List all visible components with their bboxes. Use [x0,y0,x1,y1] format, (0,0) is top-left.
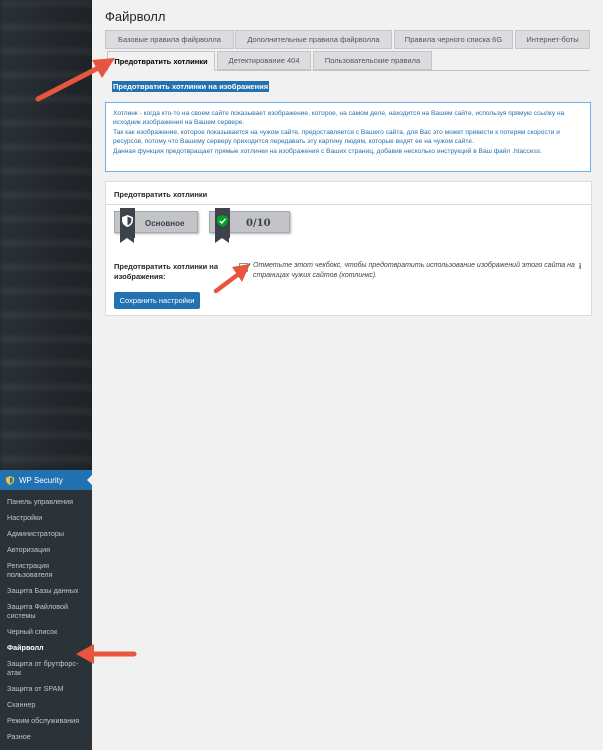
postbox-title: Предотвратить хотлинки [114,190,208,199]
tab-additional-firewall-rules[interactable]: Дополнительные правила файрволла [235,30,392,49]
sidebar-item-dashboard[interactable]: Панель управления [0,494,92,510]
prevent-hotlinks-checkbox[interactable] [239,262,251,272]
info-paragraph-3: Данная функция предотвращает прямые хотл… [113,147,542,155]
ribbon-icon [215,208,230,243]
section-title: Предотвратить хотлинки на изображения [112,81,270,92]
prevent-hotlinks-label: Предотвратить хотлинки на изображения: [114,262,218,281]
sidebar-item-misc[interactable]: Разное [0,729,92,745]
tab-basic-firewall-rules[interactable]: Базовые правила файрволла [105,30,234,49]
sidebar-item-settings[interactable]: Настройки [0,510,92,526]
shield-icon [6,475,14,485]
help-icon[interactable]: i [579,262,581,271]
save-settings-button[interactable]: Сохранить настройки [114,292,200,309]
sidebar-item-firewall[interactable]: Файрволл [0,640,92,656]
sidebar-item-blacklist[interactable]: Черный список [0,624,92,640]
checkmark-icon [240,262,251,272]
ribbon-icon [120,208,135,243]
badge-level-text: Основное [145,218,185,228]
shield-icon [122,215,133,227]
admin-sidebar: WP Security Панель управления Настройки … [0,0,92,750]
sidebar-item-spam[interactable]: Защита от SPAM [0,681,92,697]
sidebar-item-admins[interactable]: Администраторы [0,526,92,542]
info-paragraph-1: Хотлинк - когда кто-то на своем сайте по… [113,110,565,127]
shield-check-icon [217,215,228,227]
sidebar-item-scanner[interactable]: Сканнер [0,697,92,713]
security-level-badge: Основное [114,208,198,243]
sidebar-item-filesystem[interactable]: Защита Файловой системы [0,599,92,624]
sidebar-menu-title: WP Security [19,475,63,485]
tab-custom-rules[interactable]: Пользовательские правила [313,51,432,70]
sidebar-submenu: Панель управления Настройки Администрато… [0,490,92,750]
tab-404-detection[interactable]: Детектирование 404 [217,51,311,70]
sidebar-item-maintenance[interactable]: Режим обслуживания [0,713,92,729]
hotlink-info-box: Хотлинк - когда кто-то на своем сайте по… [105,102,591,172]
sidebar-menu-wp-security[interactable]: WP Security [0,470,92,490]
main-content: Файрволл Базовые правила файрволла Допол… [92,0,603,750]
info-paragraph-2: Так как изображение, которое показываетс… [113,128,560,146]
sidebar-item-login[interactable]: Авторизация [0,542,92,558]
postbox-divider [106,204,591,205]
sidebar-blurred-menu [0,0,92,470]
page-title: Файрволл [105,9,166,24]
tab-6g-blacklist[interactable]: Правила черного списка 6G [394,30,513,49]
sidebar-item-database[interactable]: Защита Базы данных [0,583,92,599]
sidebar-item-user-registration[interactable]: Регистрация пользователя [0,558,92,583]
tab-prevent-hotlinks[interactable]: Предотвратить хотлинки [107,51,215,71]
badge-points-text: 0/10 [246,217,271,229]
tab-internet-bots[interactable]: Интернет-боты [515,30,590,49]
prevent-hotlinks-postbox: Предотвратить хотлинки Основное 0/10 Пре… [105,181,592,316]
sidebar-item-bruteforce[interactable]: Защита от брутфорс-атак [0,656,92,681]
prevent-hotlinks-description: Отметьте этот чекбокс, чтобы предотврати… [253,262,575,279]
security-points-badge: 0/10 [209,208,290,243]
